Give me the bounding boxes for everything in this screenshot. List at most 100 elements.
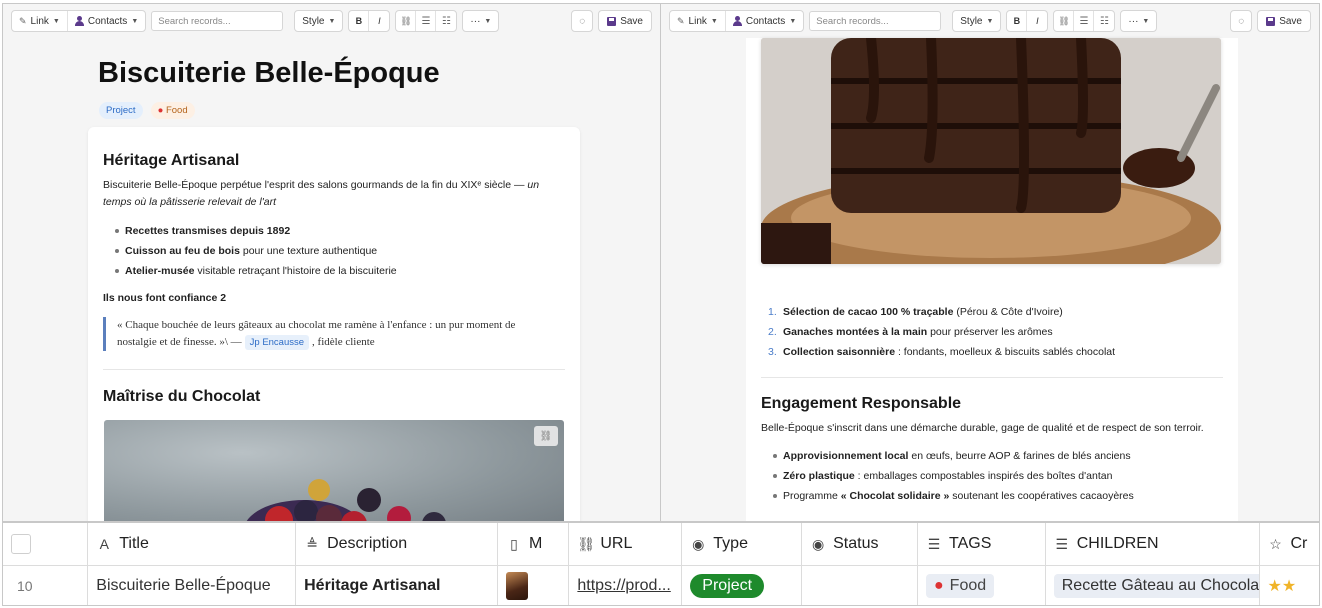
cake-illustration — [761, 38, 1221, 264]
tag-food[interactable]: ● Food — [150, 102, 195, 119]
link-button[interactable]: ✎ Link ▼ — [12, 11, 68, 31]
tag-list: Project ● Food — [99, 102, 195, 119]
person-icon — [732, 16, 742, 26]
subheading: Ils nous font confiance 2 — [103, 292, 227, 304]
star-icon: ☆ — [1269, 535, 1282, 552]
link-insert-button[interactable]: ⛓ — [396, 11, 417, 31]
rating-stars: ★★ — [1268, 576, 1297, 596]
bold-button[interactable]: B — [1007, 11, 1028, 31]
column-header-type[interactable]: ◉ Type — [682, 523, 803, 565]
cell-status[interactable] — [802, 566, 918, 605]
cell-media[interactable] — [498, 566, 570, 605]
column-label: Title — [119, 535, 149, 552]
comment-button[interactable]: ◌ — [1230, 10, 1253, 32]
list-item-bold: « Chocolat solidaire » — [840, 490, 950, 502]
comment-button[interactable]: ◌ — [571, 10, 594, 32]
cell-rating[interactable]: ★★ — [1260, 566, 1320, 605]
column-header-title[interactable]: A Title — [88, 523, 297, 565]
bold-label: B — [355, 16, 363, 26]
column-header-url[interactable]: ⛓ URL — [569, 523, 683, 565]
table-row[interactable]: 10 Biscuiterie Belle-Époque Héritage Art… — [3, 566, 1320, 605]
cell-tags[interactable]: ● Food — [918, 566, 1046, 605]
list-item-bold: Sélection de cacao 100 % traçable — [783, 306, 954, 318]
cell-children[interactable]: Recette Gâteau au Chocolat — [1046, 566, 1260, 605]
tag-chip: ● Food — [926, 574, 995, 598]
select-all-checkbox[interactable] — [11, 534, 31, 554]
star-icon: ★ — [1281, 578, 1297, 595]
list-item: Approvisionnement local en œufs, beurre … — [771, 446, 1134, 466]
more-button[interactable]: ··· ▼ — [1121, 11, 1156, 31]
floppy-disk-icon — [1266, 16, 1276, 26]
editor-toolbar: ✎ Link ▼ Contacts ▼ Search records... St… — [661, 4, 1319, 38]
column-header-children[interactable]: ☰ CHILDREN — [1046, 523, 1260, 565]
long-text-icon: ≜ — [306, 535, 318, 552]
search-placeholder: Search records... — [816, 15, 889, 27]
mention-chip[interactable]: Jp Encausse — [244, 335, 310, 350]
contacts-button[interactable]: Contacts ▼ — [726, 11, 803, 31]
column-header-rating[interactable]: ☆ Cr — [1260, 523, 1320, 565]
list-number: 2. — [768, 326, 777, 338]
chevron-down-icon: ▼ — [328, 17, 336, 25]
editor-pane-left: ✎ Link ▼ Contacts ▼ Search records... St… — [2, 3, 661, 522]
bullet-list-icon: ☰ — [421, 15, 431, 27]
child-chip: Recette Gâteau au Chocolat — [1053, 574, 1259, 598]
save-button[interactable]: Save — [1257, 10, 1311, 32]
paragraph: Biscuiterie Belle-Époque perpétue l'espr… — [103, 177, 563, 211]
format-group: B I — [1006, 10, 1049, 32]
list-item: Cuisson au feu de bois pour une texture … — [113, 241, 397, 261]
cell-type[interactable]: Project — [682, 566, 803, 605]
column-label: Type — [713, 535, 748, 552]
bullet-list-button[interactable]: ☰ — [1074, 11, 1095, 31]
list-number: 3. — [768, 346, 777, 358]
more-button[interactable]: ··· ▼ — [463, 11, 498, 31]
search-input[interactable]: Search records... — [809, 11, 942, 31]
list-lines-icon: ☰ — [1055, 535, 1069, 552]
column-label: M — [528, 535, 543, 552]
list-item-bold: Recettes transmises depuis 1892 — [125, 225, 291, 237]
column-label: Description — [327, 535, 408, 552]
list-item: Programme « Chocolat solidaire » soutena… — [771, 486, 1134, 506]
thumbnail-image[interactable] — [506, 572, 529, 600]
editor-toolbar: ✎ Link ▼ Contacts ▼ Search records... St… — [3, 4, 660, 38]
tag-project[interactable]: Project — [99, 102, 143, 119]
numbered-list-button[interactable]: ☷ — [436, 11, 456, 31]
list-item-text: : fondants, moelleux & biscuits sablés c… — [895, 346, 1116, 358]
cell-url[interactable]: https://prod... — [569, 566, 683, 605]
bullet-list-button[interactable]: ☰ — [416, 11, 437, 31]
cell-title[interactable]: Biscuiterie Belle-Époque — [88, 566, 297, 605]
style-dropdown[interactable]: Style ▼ — [295, 11, 342, 31]
select-all-cell — [3, 523, 89, 565]
image-link-button[interactable]: ⛓ — [534, 426, 558, 446]
section-heading: Engagement Responsable — [761, 395, 962, 412]
type-pill: Project — [690, 574, 765, 598]
search-input[interactable]: Search records... — [151, 11, 284, 31]
cell-description[interactable]: Héritage Artisanal — [296, 566, 499, 605]
chain-link-icon: ⛓ — [1058, 15, 1070, 26]
italic-button[interactable]: I — [369, 11, 389, 31]
column-header-description[interactable]: ≜ Description — [296, 523, 498, 565]
link-label: Link — [30, 15, 49, 27]
save-button[interactable]: Save — [598, 10, 652, 32]
chevron-down-icon: ▼ — [484, 17, 492, 25]
more-label: ··· — [1128, 15, 1139, 27]
link-button[interactable]: ✎ Link ▼ — [670, 11, 726, 31]
link-contacts-group: ✎ Link ▼ Contacts ▼ — [11, 10, 147, 32]
numbered-list-button[interactable]: ☷ — [1094, 11, 1114, 31]
style-dropdown[interactable]: Style ▼ — [953, 11, 1000, 31]
column-header-tags[interactable]: ☰ TAGS — [918, 523, 1046, 565]
list-item-text: en œufs, beurre AOP & farines de blés an… — [908, 450, 1131, 462]
link-insert-button[interactable]: ⛓ — [1054, 11, 1075, 31]
chevron-circle-icon: ◉ — [692, 535, 705, 552]
divider — [761, 377, 1223, 378]
contacts-button[interactable]: Contacts ▼ — [68, 11, 145, 31]
list-item-bold: Zéro plastique — [783, 470, 855, 482]
column-label: TAGS — [948, 535, 992, 552]
column-header-status[interactable]: ◉ Status — [802, 523, 918, 565]
more-group: ··· ▼ — [1120, 10, 1158, 32]
more-label: ··· — [470, 15, 481, 27]
search-placeholder: Search records... — [158, 15, 231, 27]
italic-button[interactable]: I — [1027, 11, 1047, 31]
bold-button[interactable]: B — [349, 11, 370, 31]
chevron-down-icon: ▼ — [986, 17, 994, 25]
column-header-media[interactable]: ▯ M — [498, 523, 570, 565]
